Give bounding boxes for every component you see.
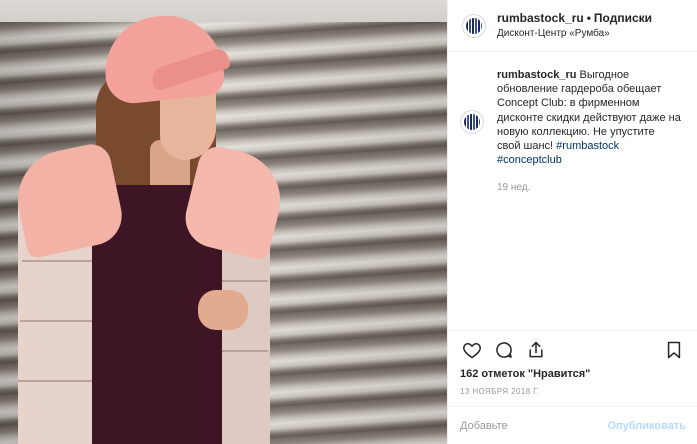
share-icon[interactable] xyxy=(524,338,548,362)
separator-dot: • xyxy=(586,10,591,25)
hand xyxy=(198,290,248,330)
caption: rumbastock_ru Выгодное обновление гардер… xyxy=(460,68,692,196)
caption-text: rumbastock_ru Выгодное обновление гардер… xyxy=(497,68,681,196)
bookmark-icon[interactable] xyxy=(662,338,686,362)
likes-count[interactable]: 162 отметок "Нравится" xyxy=(460,368,590,380)
post-photo[interactable] xyxy=(0,0,447,444)
comment-icon[interactable] xyxy=(492,338,516,362)
comment-input[interactable] xyxy=(460,419,608,432)
caption-username-link[interactable]: rumbastock_ru xyxy=(497,69,576,81)
post-header: rumbastock_ru • Подписки Дисконт-Центр «Ру… xyxy=(448,0,697,52)
action-bar xyxy=(448,330,697,368)
header-line: rumbastock_ru • Подписки xyxy=(497,11,652,26)
rumba-logo-icon[interactable] xyxy=(462,13,486,38)
hashtag-link[interactable]: #rumbastock xyxy=(556,140,619,152)
photo-woman-in-pink-hat xyxy=(0,0,447,444)
post-time-ago[interactable]: 19 нед. xyxy=(497,181,681,195)
hashtag-link[interactable]: #conceptclub xyxy=(497,154,562,166)
post-side-panel: rumbastock_ru • Подписки Дисконт-Центр «Ру… xyxy=(447,0,697,444)
comment-bar: Опубликовать xyxy=(448,406,697,444)
post-date[interactable]: 13 ноября 2018 г. xyxy=(460,387,540,396)
follow-button[interactable]: Подписки xyxy=(594,11,652,25)
instagram-post: rumbastock_ru • Подписки Дисконт-Центр «Ру… xyxy=(0,0,697,444)
heart-icon[interactable] xyxy=(460,338,484,362)
publish-button[interactable]: Опубликовать xyxy=(607,420,686,432)
header-meta: rumbastock_ru • Подписки Дисконт-Центр «Ру… xyxy=(497,11,652,41)
username-link[interactable]: rumbastock_ru xyxy=(497,11,584,25)
location-link[interactable]: Дисконт-Центр «Румба» xyxy=(497,26,652,41)
rumba-logo-icon[interactable] xyxy=(460,110,484,134)
